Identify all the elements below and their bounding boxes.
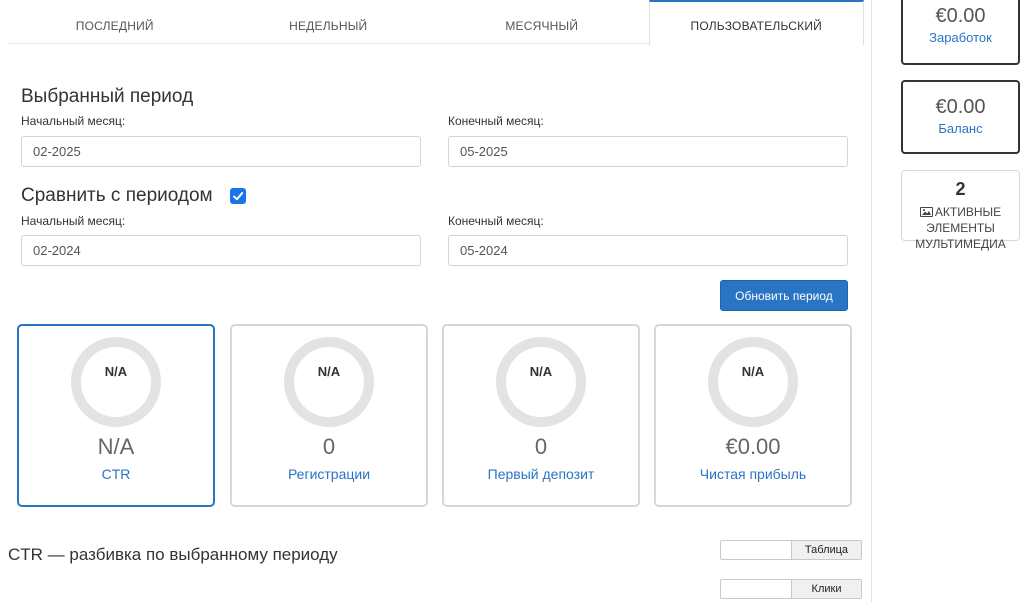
metric-toggle[interactable]: Клики xyxy=(720,579,862,599)
period-tabs: ПОСЛЕДНИЙ НЕДЕЛЬНЫЙ МЕСЯЧНЫЙ ПОЛЬЗОВАТЕЛ… xyxy=(8,0,864,45)
compare-start-month-input[interactable] xyxy=(21,235,421,266)
earnings-card[interactable]: €0.00 Заработок xyxy=(901,0,1020,65)
kpi-value: €0.00 xyxy=(725,434,781,459)
view-toggle-label: Таблица xyxy=(791,541,861,559)
ring-value: N/A xyxy=(317,364,341,379)
update-period-button[interactable]: Обновить период xyxy=(720,280,848,311)
ring-value: N/A xyxy=(741,364,765,379)
progress-ring xyxy=(708,337,798,427)
checkmark-icon xyxy=(233,192,244,201)
image-icon xyxy=(919,207,933,217)
metric-toggle-label: Клики xyxy=(791,580,861,598)
tab-last[interactable]: ПОСЛЕДНИЙ xyxy=(8,0,222,43)
media-count: 2 xyxy=(955,179,966,199)
kpi-card-ctr[interactable]: N/A N/A CTR xyxy=(17,324,215,507)
kpi-card-net-profit[interactable]: N/A €0.00 Чистая прибыль xyxy=(654,324,852,507)
main-panel: ПОСЛЕДНИЙ НЕДЕЛЬНЫЙ МЕСЯЧНЫЙ ПОЛЬЗОВАТЕЛ… xyxy=(0,0,872,602)
media-card[interactable]: 2 АКТИВНЫЕ ЭЛЕМЕНТЫ МУЛЬТИМЕДИА xyxy=(901,170,1020,251)
kpi-name: CTR xyxy=(101,466,131,482)
kpi-card-registrations[interactable]: N/A 0 Регистрации xyxy=(230,324,428,507)
selected-end-month-input[interactable] xyxy=(448,136,848,167)
tab-monthly[interactable]: МЕСЯЧНЫЙ xyxy=(435,0,649,43)
balance-label: Баланс xyxy=(938,121,983,136)
ring-value: N/A xyxy=(529,364,553,379)
earnings-amount: €0.00 xyxy=(935,5,986,27)
tab-custom[interactable]: ПОЛЬЗОВАТЕЛЬСКИЙ xyxy=(648,0,864,45)
ring-value: N/A xyxy=(104,364,128,379)
selected-start-label: Начальный месяц: xyxy=(21,114,126,128)
selected-period-title: Выбранный период xyxy=(21,86,194,107)
kpi-name: Регистрации xyxy=(287,466,371,482)
media-label-wrap: АКТИВНЫЕ ЭЛЕМЕНТЫ МУЛЬТИМЕДИА xyxy=(902,200,1019,252)
compare-period-title: Сравнить с периодом xyxy=(21,185,213,206)
kpi-value: 0 xyxy=(534,434,548,459)
kpi-value: N/A xyxy=(97,434,135,459)
balance-card[interactable]: €0.00 Баланс xyxy=(901,80,1020,154)
compare-end-month-input[interactable] xyxy=(448,235,848,266)
balance-amount: €0.00 xyxy=(935,96,986,118)
progress-ring xyxy=(71,337,161,427)
compare-checkbox[interactable] xyxy=(230,188,246,204)
kpi-name: Чистая прибыль xyxy=(699,466,807,482)
tab-weekly[interactable]: НЕДЕЛЬНЫЙ xyxy=(222,0,436,43)
selected-end-label: Конечный месяц: xyxy=(448,114,544,128)
view-toggle[interactable]: Таблица xyxy=(720,540,862,560)
kpi-value: 0 xyxy=(322,434,336,459)
progress-ring xyxy=(496,337,586,427)
earnings-label: Заработок xyxy=(929,30,992,45)
progress-ring xyxy=(284,337,374,427)
compare-end-label: Конечный месяц: xyxy=(448,214,544,228)
breakdown-title: CTR — разбивка по выбранному периоду xyxy=(8,545,338,564)
selected-start-month-input[interactable] xyxy=(21,136,421,167)
kpi-card-first-deposit[interactable]: N/A 0 Первый депозит xyxy=(442,324,640,507)
compare-start-label: Начальный месяц: xyxy=(21,214,126,228)
kpi-name: Первый депозит xyxy=(487,466,595,482)
